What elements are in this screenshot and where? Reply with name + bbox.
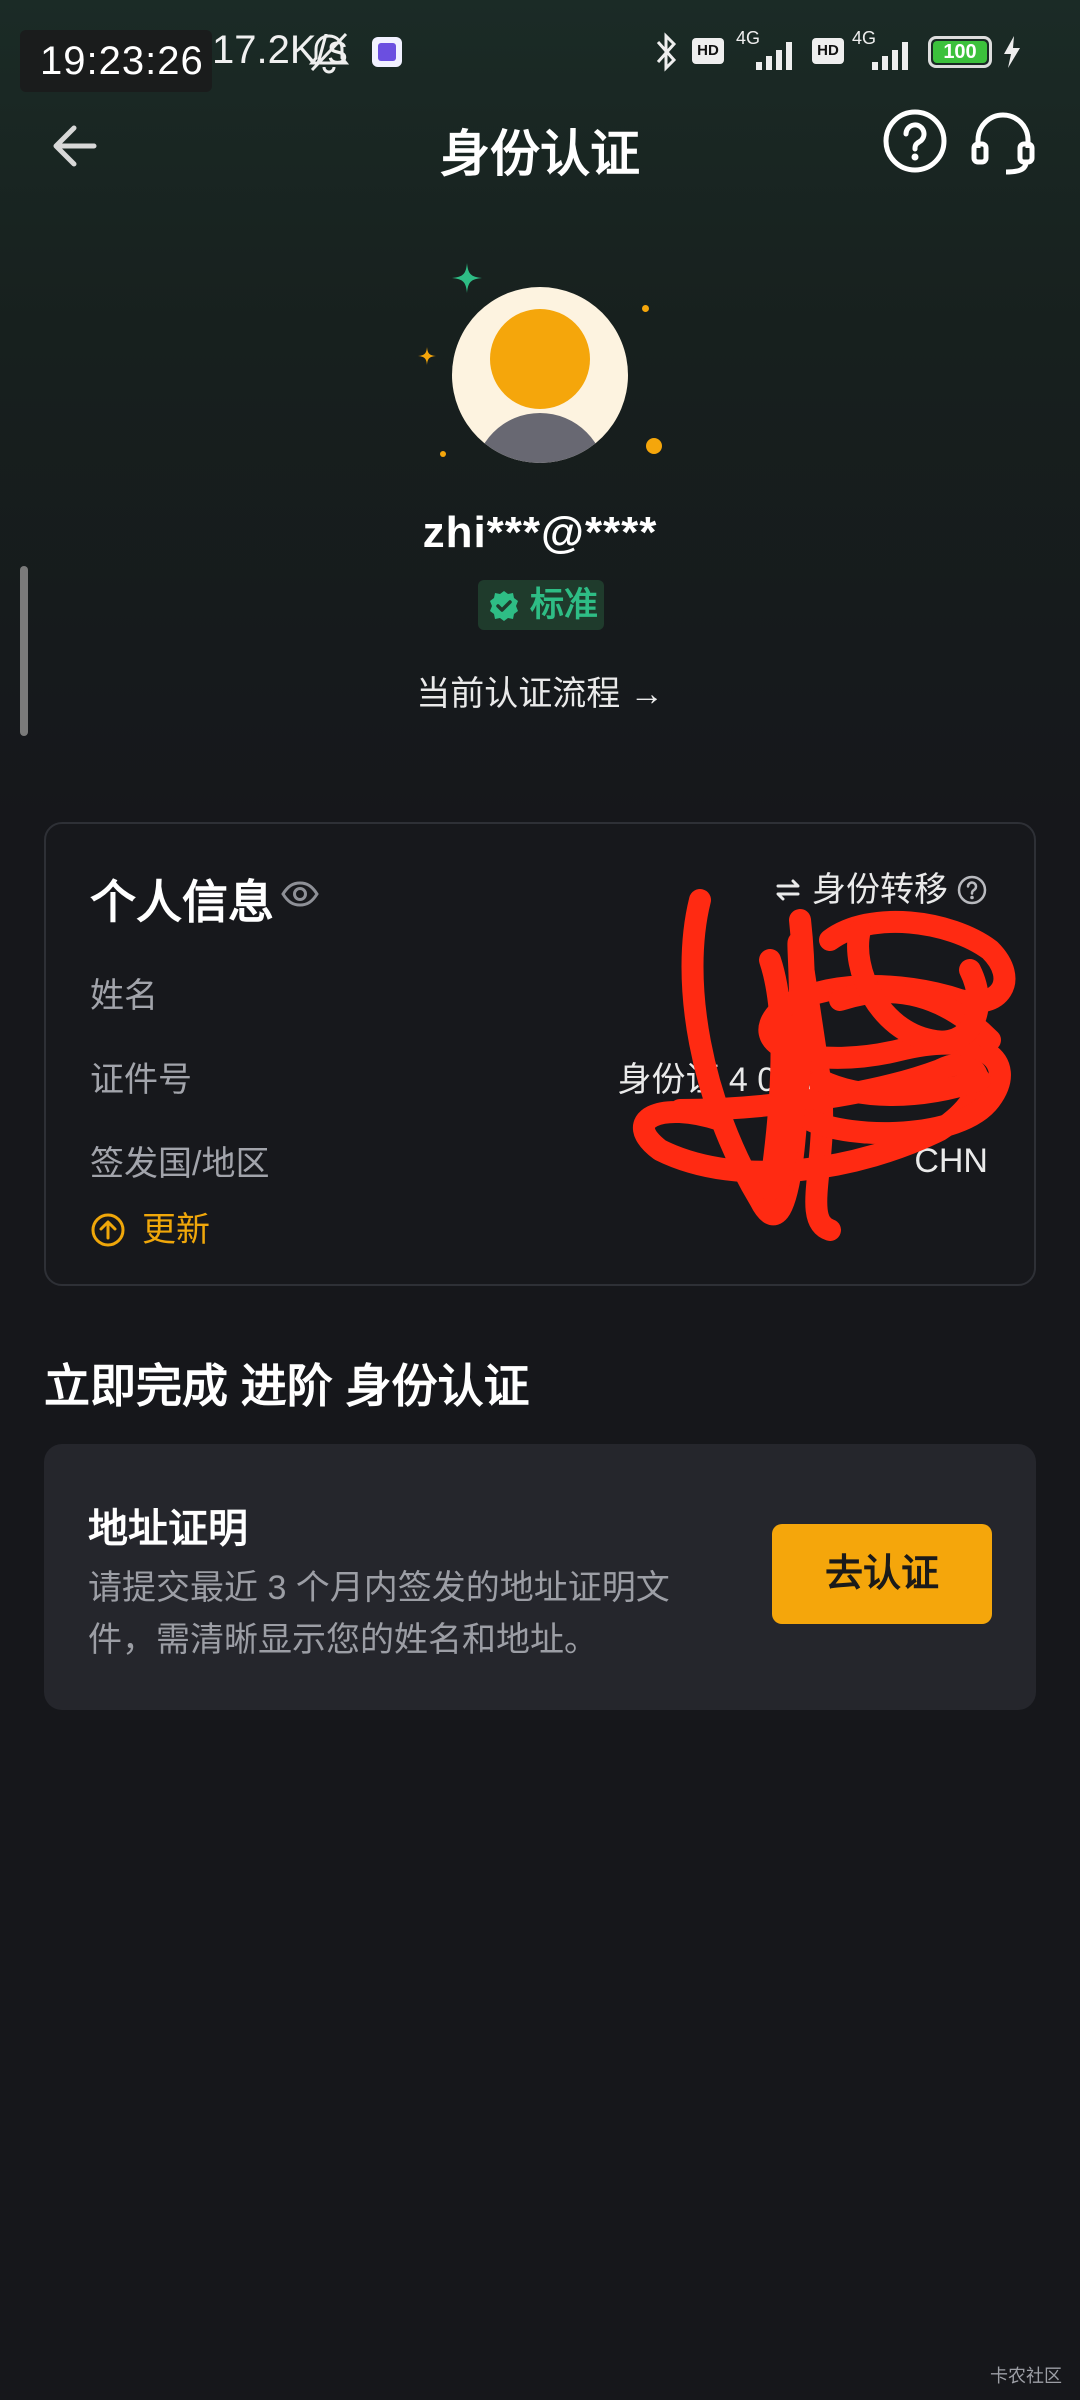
battery-icon: 100 bbox=[928, 36, 992, 68]
avatar-head bbox=[490, 309, 590, 409]
hd-badge-2: HD bbox=[812, 38, 844, 64]
row-value-issuing-country: CHN bbox=[914, 1142, 988, 1180]
update-label: 更新 bbox=[142, 1211, 210, 1249]
verification-level-badge: 标准 bbox=[478, 580, 604, 630]
watermark: 卡农社区 bbox=[990, 2366, 1062, 2386]
app-header: 身份认证 bbox=[0, 100, 1080, 190]
row-value-id-number: 身份证 4 028 bbox=[617, 1061, 814, 1099]
mute-bell-icon bbox=[308, 32, 350, 74]
avatar-area bbox=[400, 255, 680, 475]
current-flow-link[interactable]: 当前认证流程 → bbox=[0, 666, 1080, 715]
go-verify-button[interactable]: 去认证 bbox=[772, 1524, 992, 1624]
avatar bbox=[452, 287, 628, 463]
dot-decoration bbox=[646, 438, 662, 454]
identity-transfer-button[interactable]: 身份转移 bbox=[772, 870, 988, 910]
scroll-indicator bbox=[20, 566, 28, 736]
hd-badge-1: HD bbox=[692, 38, 724, 64]
question-icon[interactable] bbox=[956, 874, 988, 906]
address-proof-description: 请提交最近 3 个月内签发的地址证明文件，需清晰显示您的姓名和地址。 bbox=[88, 1569, 670, 1659]
sparkle-orange-icon bbox=[418, 347, 436, 365]
row-label-id-number: 证件号 bbox=[90, 1061, 192, 1099]
personal-info-card: 个人信息 身份转移 姓名 证件号 身份证 4 028 签发国/地区 CHN 更新 bbox=[44, 822, 1036, 1286]
transfer-icon bbox=[776, 879, 800, 901]
advance-section-title: 立即完成 进阶 身份认证 bbox=[44, 1360, 530, 1412]
arrow-up-circle-icon bbox=[91, 1213, 125, 1247]
address-proof-title: 地址证明 bbox=[88, 1507, 248, 1551]
bluetooth-icon bbox=[656, 32, 677, 72]
status-bar: 17.2K/s 19:23:26 HD 4G HD 4G 100 bbox=[0, 0, 1080, 110]
row-label-issuing-country: 签发国/地区 bbox=[90, 1145, 270, 1183]
verified-badge-icon bbox=[490, 591, 518, 621]
signal-icon-2 bbox=[872, 42, 908, 70]
update-button[interactable]: 更新 bbox=[90, 1210, 210, 1250]
help-icon[interactable] bbox=[882, 108, 948, 174]
eye-icon[interactable] bbox=[280, 874, 320, 914]
transfer-label: 身份转移 bbox=[812, 871, 948, 909]
battery-level: 100 bbox=[933, 41, 987, 63]
personal-info-title: 个人信息 bbox=[90, 876, 274, 928]
sparkle-green-icon bbox=[452, 263, 482, 293]
clock: 19:23:26 bbox=[20, 30, 212, 92]
badge-label: 标准 bbox=[530, 586, 598, 624]
dot-decoration bbox=[440, 451, 446, 457]
app-notification-icon bbox=[372, 37, 402, 67]
row-label-name: 姓名 bbox=[90, 977, 158, 1015]
address-proof-card: 地址证明 请提交最近 3 个月内签发的地址证明文件，需清晰显示您的姓名和地址。 … bbox=[44, 1444, 1036, 1710]
customer-support-icon[interactable] bbox=[968, 108, 1038, 178]
username: zhi***@**** bbox=[422, 508, 658, 557]
avatar-body bbox=[474, 413, 606, 463]
dot-decoration bbox=[642, 305, 649, 312]
charging-icon bbox=[1004, 36, 1020, 68]
signal-icon-1 bbox=[756, 42, 792, 70]
